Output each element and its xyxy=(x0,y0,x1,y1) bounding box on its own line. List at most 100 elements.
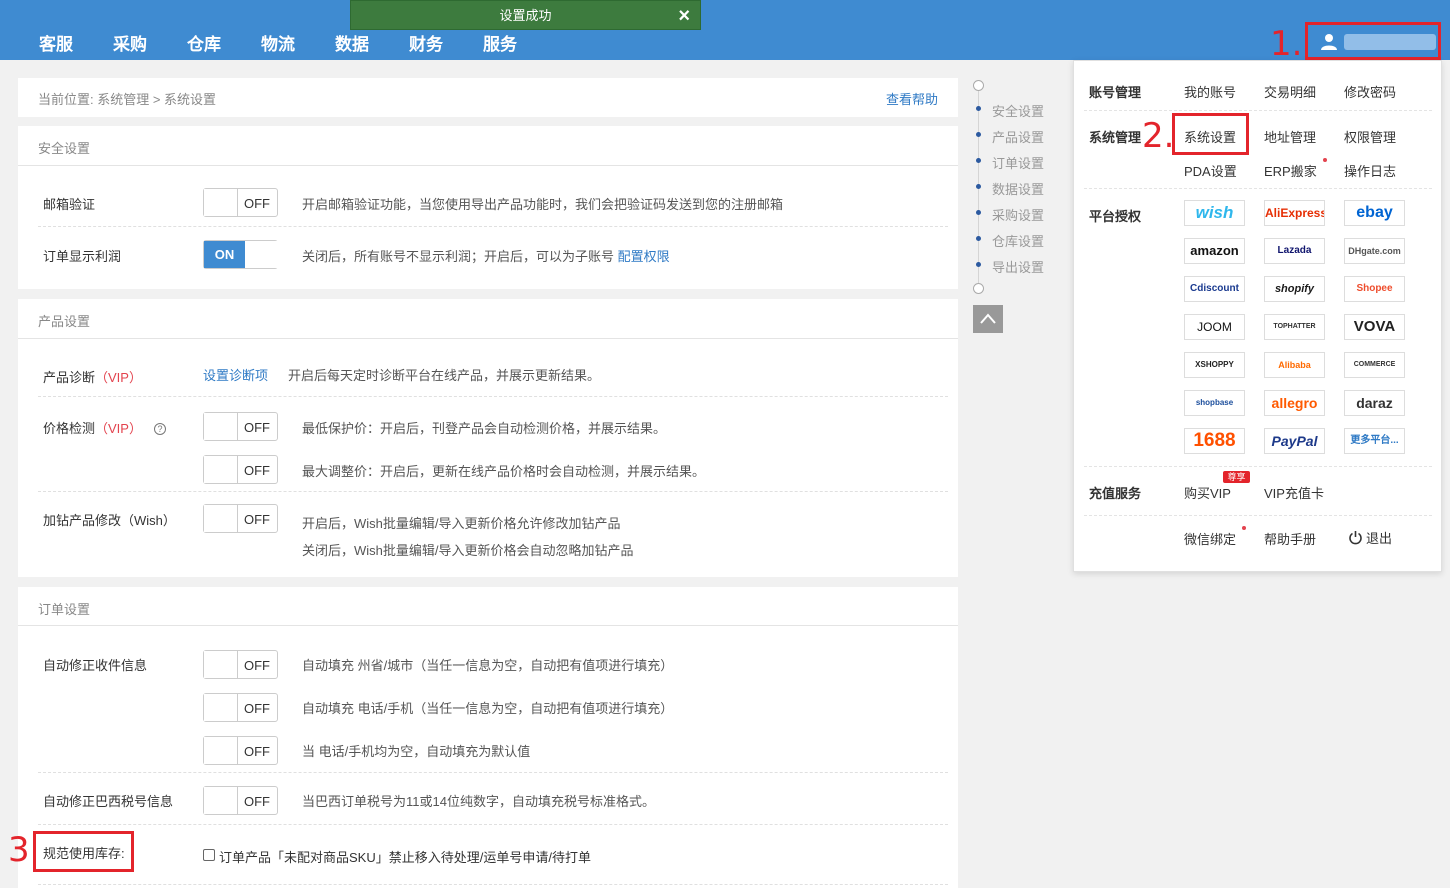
side-nav-data[interactable]: 数据设置 xyxy=(992,179,1044,198)
chevron-up-icon xyxy=(980,313,996,324)
menu-help-manual[interactable]: 帮助手册 xyxy=(1264,529,1316,548)
1688-logo[interactable]: 1688 xyxy=(1184,428,1245,454)
annotation-number-3: 3 xyxy=(8,830,30,870)
order-profit-toggle[interactable]: ON xyxy=(203,240,278,269)
side-nav-dot xyxy=(976,210,981,215)
order-profit-desc: 关闭后，所有账号不显示利润；开启后，可以为子账号 配置权限 xyxy=(302,249,670,264)
vova-logo[interactable]: VOVA xyxy=(1344,314,1405,340)
alibaba-logo[interactable]: Alibaba xyxy=(1264,352,1325,378)
side-nav-dot xyxy=(976,262,981,267)
auto-fill-state-city-toggle[interactable]: OFF xyxy=(203,650,278,679)
side-nav-order[interactable]: 订单设置 xyxy=(992,153,1044,172)
menu-system-settings[interactable]: 系统设置 xyxy=(1184,127,1236,146)
drill-product-desc-on: 开启后，Wish批量编辑/导入更新价格允许修改加钻产品 xyxy=(302,516,621,531)
more-platforms-button[interactable]: 更多平台... xyxy=(1344,428,1405,454)
configure-permission-link[interactable]: 配置权限 xyxy=(618,249,670,264)
help-circle-icon[interactable]: ? xyxy=(153,423,166,435)
shopee-logo[interactable]: Shopee xyxy=(1344,276,1405,302)
toast-message: 设置成功 xyxy=(499,8,552,23)
side-nav-warehouse[interactable]: 仓库设置 xyxy=(992,231,1044,250)
stock-sku-checkbox[interactable] xyxy=(203,849,215,861)
menu-my-account[interactable]: 我的账号 xyxy=(1184,82,1236,101)
side-nav-dot xyxy=(976,236,981,241)
product-settings-panel xyxy=(18,299,958,577)
order-section-title: 订单设置 xyxy=(38,602,91,617)
row-divider xyxy=(38,772,948,773)
wish-logo[interactable]: wish xyxy=(1184,200,1245,226)
brazil-tax-toggle[interactable]: OFF xyxy=(203,786,278,815)
product-diagnosis-label: 产品诊断（VIP） xyxy=(43,370,142,385)
system-management-heading: 系统管理 xyxy=(1089,130,1142,145)
drill-product-label: 加钻产品修改（Wish） xyxy=(43,513,176,528)
row-divider xyxy=(38,396,948,397)
auto-fill-default-toggle[interactable]: OFF xyxy=(203,736,278,765)
wechat-badge-dot xyxy=(1242,526,1246,530)
amazon-logo[interactable]: amazon xyxy=(1184,238,1245,264)
nav-finance[interactable]: 财务 xyxy=(409,30,443,55)
bigcommerce-logo[interactable]: COMMERCE xyxy=(1344,352,1405,378)
order-settings-panel xyxy=(18,587,958,888)
ebay-logo[interactable]: ebay xyxy=(1344,200,1405,226)
menu-address-management[interactable]: 地址管理 xyxy=(1264,127,1316,146)
side-nav-dot xyxy=(976,106,981,111)
product-diagnosis-desc: 开启后每天定时诊断平台在线产品，并展示更新结果。 xyxy=(288,368,601,383)
annotation-number-1: 1. xyxy=(1270,24,1303,64)
menu-permission-management[interactable]: 权限管理 xyxy=(1344,127,1396,146)
side-nav-top-circle xyxy=(973,80,984,91)
side-nav-product[interactable]: 产品设置 xyxy=(992,127,1044,146)
close-icon[interactable]: × xyxy=(678,1,690,31)
auto-fill-phone-toggle[interactable]: OFF xyxy=(203,693,278,722)
nav-warehouse[interactable]: 仓库 xyxy=(187,30,221,55)
help-link[interactable]: 查看帮助 xyxy=(886,89,938,108)
platform-auth-heading: 平台授权 xyxy=(1089,209,1142,224)
email-verify-toggle[interactable]: OFF xyxy=(203,188,278,217)
user-icon xyxy=(1321,34,1337,50)
menu-operation-log[interactable]: 操作日志 xyxy=(1344,161,1396,180)
nav-data[interactable]: 数据 xyxy=(335,30,369,55)
user-menu-trigger[interactable] xyxy=(1305,22,1441,60)
shopbase-logo[interactable]: shopbase xyxy=(1184,390,1245,416)
nav-customer-service[interactable]: 客服 xyxy=(39,30,73,55)
side-nav-purchase[interactable]: 采购设置 xyxy=(992,205,1044,224)
min-price-toggle[interactable]: OFF xyxy=(203,412,278,441)
username-blurred xyxy=(1344,34,1436,50)
menu-change-password[interactable]: 修改密码 xyxy=(1344,82,1396,101)
dhgate-logo[interactable]: DHgate.com xyxy=(1344,238,1405,264)
menu-erp-migration[interactable]: ERP搬家 xyxy=(1264,161,1317,180)
menu-divider xyxy=(1084,188,1432,189)
joom-logo[interactable]: JOOM xyxy=(1184,314,1245,340)
menu-wechat-bind[interactable]: 微信绑定 xyxy=(1184,529,1236,548)
row-divider xyxy=(38,884,948,885)
nav-service[interactable]: 服务 xyxy=(483,30,517,55)
annotation-number-2: 2. xyxy=(1142,116,1175,156)
nav-purchase[interactable]: 采购 xyxy=(113,30,147,55)
menu-pda-settings[interactable]: PDA设置 xyxy=(1184,161,1237,180)
aliexpress-logo[interactable]: AliExpress xyxy=(1264,200,1325,226)
success-toast: 设置成功 × xyxy=(350,0,701,30)
cdiscount-logo[interactable]: Cdiscount xyxy=(1184,276,1245,302)
section-divider xyxy=(18,165,958,166)
stock-sku-checkbox-label[interactable]: 订单产品「未配对商品SKU」禁止移入待处理/运单号申请/待打单 xyxy=(219,847,591,866)
menu-logout[interactable]: 退出 xyxy=(1348,528,1392,547)
menu-divider xyxy=(1084,515,1432,516)
allegro-logo[interactable]: allegro xyxy=(1264,390,1325,416)
menu-buy-vip[interactable]: 购买VIP xyxy=(1184,483,1231,502)
tophatter-logo[interactable]: TOPHATTER xyxy=(1264,314,1325,340)
nav-logistics[interactable]: 物流 xyxy=(261,30,295,55)
drill-product-toggle[interactable]: OFF xyxy=(203,504,278,533)
stock-usage-label: 规范使用库存: xyxy=(43,846,125,861)
side-nav-export[interactable]: 导出设置 xyxy=(992,257,1044,276)
menu-transactions[interactable]: 交易明细 xyxy=(1264,82,1316,101)
lazada-logo[interactable]: Lazada xyxy=(1264,238,1325,264)
max-price-toggle[interactable]: OFF xyxy=(203,455,278,484)
side-nav-security[interactable]: 安全设置 xyxy=(992,101,1044,120)
menu-vip-card[interactable]: VIP充值卡 xyxy=(1264,483,1324,502)
xshoppy-logo[interactable]: XSHOPPY xyxy=(1184,352,1245,378)
daraz-logo[interactable]: daraz xyxy=(1344,390,1405,416)
auto-fill-state-city-desc: 自动填充 州省/城市（当任一信息为空，自动把有值项进行填充） xyxy=(302,658,674,673)
paypal-logo[interactable]: PayPal xyxy=(1264,428,1325,454)
back-to-top-button[interactable] xyxy=(973,305,1003,333)
row-divider xyxy=(38,226,948,227)
shopify-logo[interactable]: shopify xyxy=(1264,276,1325,302)
set-diagnosis-link[interactable]: 设置诊断项 xyxy=(203,365,268,384)
